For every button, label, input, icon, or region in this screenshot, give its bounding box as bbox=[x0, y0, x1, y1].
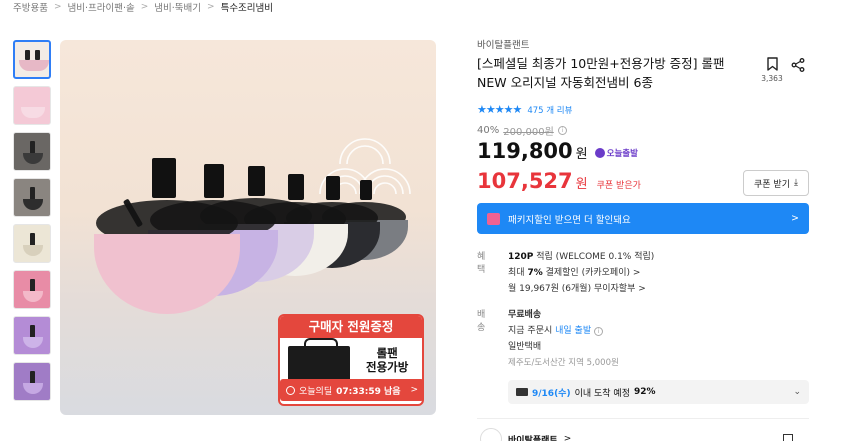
coupon-price-label: 쿠폰 받은가 bbox=[596, 181, 641, 191]
package-banner-text: 패키지할인 받으면 더 할인돼요 bbox=[508, 214, 631, 226]
breadcrumb-item-current[interactable]: 특수조리냄비 bbox=[221, 0, 273, 14]
product-title: [스페셜딜 최종가 10만원+전용가방 증정] 롤팬 NEW 오리지널 자동회전… bbox=[477, 56, 725, 90]
ship-timing-row: 지금 주문시 내일 출발 i bbox=[508, 323, 808, 339]
thumbnail-4[interactable] bbox=[13, 178, 51, 217]
delivery-badge-icon bbox=[594, 148, 605, 158]
promo-title: 롤팬 전용가방 bbox=[366, 346, 409, 374]
coupon-price: 107,527 bbox=[477, 169, 573, 193]
delivery-badge: 오늘출발 bbox=[594, 147, 638, 159]
ship-extra-fee: 제주도/도서산간 지역 5,000원 bbox=[508, 358, 619, 368]
seller-share-icon[interactable] bbox=[783, 434, 793, 441]
price: 119,800 bbox=[477, 139, 573, 163]
bookmark-count: 3,363 bbox=[761, 74, 783, 83]
coupon-download-button[interactable]: 쿠폰 받기 ⤓ bbox=[743, 170, 809, 196]
rating-row[interactable]: ★★★★★ 475 개 리뷰 bbox=[477, 103, 572, 116]
chevron-right-icon: > bbox=[410, 385, 418, 395]
timer-value: 07:33:59 남음 bbox=[336, 386, 401, 397]
coupon-price-unit: 원 bbox=[575, 177, 588, 192]
chevron-down-icon: ⌄ bbox=[793, 387, 801, 397]
discount-row: 40% 200,000원 i bbox=[477, 123, 567, 138]
thumbnail-list bbox=[13, 40, 51, 401]
original-price: 200,000원 bbox=[503, 127, 554, 138]
ship-type: 일반택배 bbox=[508, 342, 542, 352]
card-discount-row[interactable]: 최대 7% 결제할인 (카카오페이) > bbox=[508, 265, 808, 281]
benefit-label: 혜택 bbox=[477, 252, 486, 275]
brand-link[interactable]: 바이탈플랜트 bbox=[477, 37, 529, 51]
gift-icon bbox=[487, 212, 500, 225]
chevron-right-icon: > bbox=[563, 434, 572, 441]
truck-icon bbox=[516, 388, 528, 396]
points-row: 120P 적립 (WELCOME 0.1% 적립) bbox=[508, 252, 655, 262]
breadcrumb: 주방용품 > 냄비·프라이팬·솥 > 냄비·뚝배기 > 특수조리냄비 bbox=[13, 0, 273, 14]
divider bbox=[477, 418, 809, 419]
product-pan-pink bbox=[94, 158, 240, 314]
product-main-image[interactable]: 구매자 전원증정 롤팬 전용가방 오늘의딜 07:33:59 남음 > bbox=[60, 40, 436, 415]
arrival-pct: 92% bbox=[634, 387, 656, 397]
info-icon[interactable]: i bbox=[557, 126, 567, 135]
download-icon: ⤓ bbox=[794, 178, 798, 188]
promo-head: 구매자 전원증정 bbox=[280, 316, 422, 338]
arrival-date: 9/16(수) bbox=[532, 388, 571, 399]
clock-icon bbox=[286, 385, 295, 395]
thumbnail-3[interactable] bbox=[13, 132, 51, 171]
timer-label: 오늘의딜 bbox=[299, 386, 333, 397]
chevron-right-icon: > bbox=[207, 2, 215, 12]
thumbnail-1[interactable] bbox=[13, 40, 51, 79]
share-icon[interactable] bbox=[791, 58, 805, 72]
shipping-label: 배송 bbox=[477, 310, 486, 333]
thumbnail-5[interactable] bbox=[13, 224, 51, 263]
chevron-right-icon: > bbox=[632, 268, 641, 278]
price-unit: 원 bbox=[575, 147, 588, 162]
info-icon[interactable]: i bbox=[594, 327, 603, 336]
thumbnail-2[interactable] bbox=[13, 86, 51, 125]
chevron-right-icon: > bbox=[140, 2, 149, 12]
arrival-text: 이내 도착 예정 bbox=[574, 388, 630, 399]
free-shipping: 무료배송 bbox=[508, 310, 542, 320]
bookmark-icon bbox=[766, 57, 778, 71]
installment-row[interactable]: 월 19,967원 (6개월) 무이자할부 > bbox=[508, 281, 808, 297]
breadcrumb-item[interactable]: 냄비·프라이팬·솥 bbox=[68, 0, 135, 14]
chevron-right-icon: > bbox=[791, 213, 799, 224]
seller-row[interactable]: 바이탈플랜트 > bbox=[480, 428, 571, 441]
review-count[interactable]: 475 개 리뷰 bbox=[527, 104, 572, 116]
deal-timer[interactable]: 오늘의딜 07:33:59 남음 > bbox=[280, 379, 424, 401]
seller-avatar bbox=[480, 428, 502, 441]
chevron-right-icon: > bbox=[53, 2, 62, 12]
coupon-price-row: 107,527 원 쿠폰 받은가 bbox=[477, 169, 641, 193]
thumbnail-6[interactable] bbox=[13, 270, 51, 309]
thumbnail-8[interactable] bbox=[13, 362, 51, 401]
star-rating-icon: ★★★★★ bbox=[477, 103, 522, 116]
bookmark-button[interactable]: 3,363 bbox=[760, 57, 784, 84]
discount-rate: 40% bbox=[477, 125, 500, 136]
breadcrumb-item[interactable]: 냄비·뚝배기 bbox=[154, 0, 201, 14]
arrival-estimate[interactable]: 9/16(수) 이내 도착 예정 92% ⌄ bbox=[508, 380, 809, 404]
price-row: 119,800 원 오늘출발 bbox=[477, 139, 638, 163]
chevron-right-icon: > bbox=[638, 284, 646, 294]
seller-name[interactable]: 바이탈플랜트 bbox=[508, 433, 558, 441]
breadcrumb-item[interactable]: 주방용품 bbox=[13, 0, 48, 14]
thumbnail-7[interactable] bbox=[13, 316, 51, 355]
package-discount-banner[interactable]: 패키지할인 받으면 더 할인돼요 > bbox=[477, 203, 809, 234]
